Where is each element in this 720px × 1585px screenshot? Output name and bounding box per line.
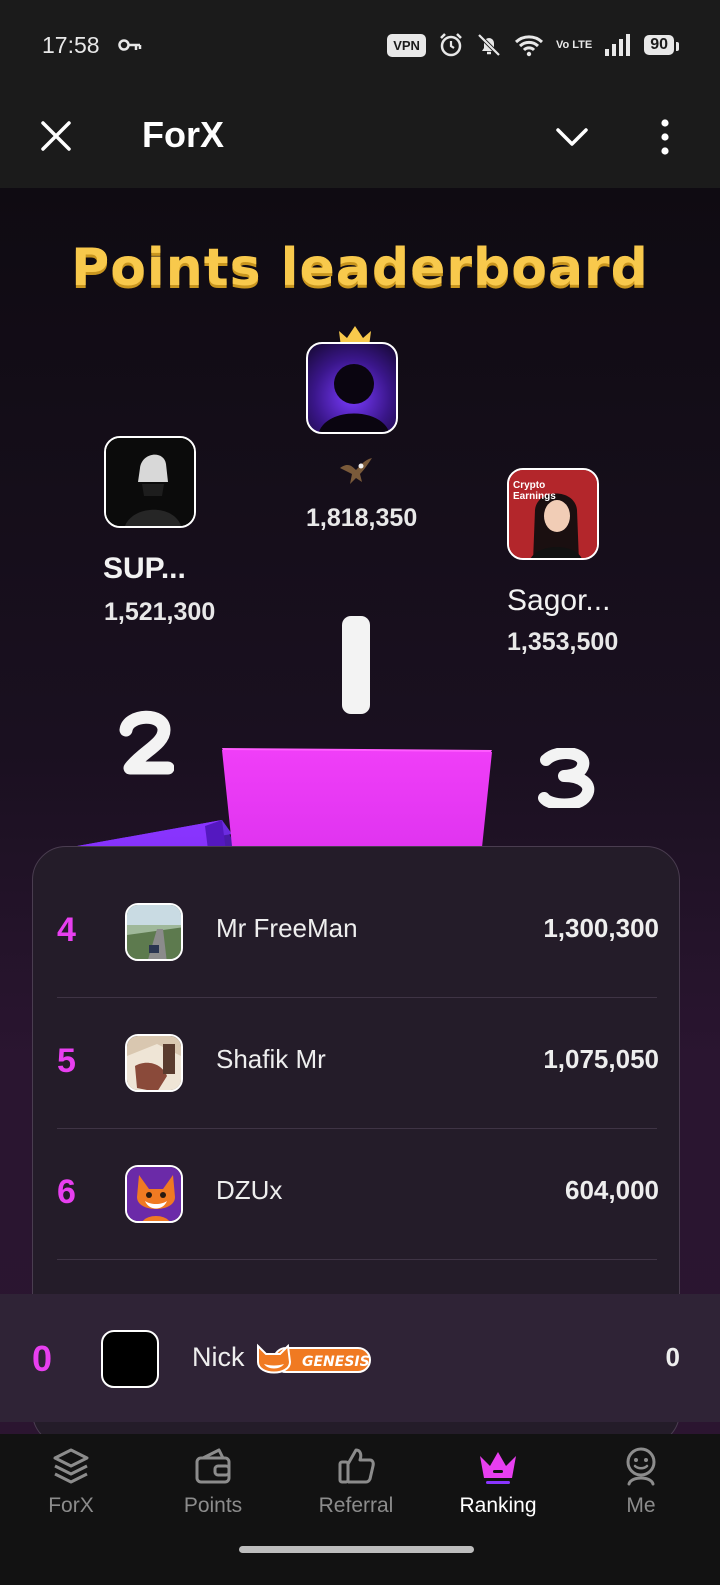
current-user-name: Nick [192, 1342, 245, 1372]
nav-label: Me [626, 1494, 656, 1517]
first-place-avatar[interactable] [306, 342, 398, 434]
chevron-down-icon[interactable] [552, 120, 592, 156]
volte-indicator: Vo LTE [555, 38, 593, 51]
current-user-row[interactable]: 0 Nick GENESIS 0 [0, 1294, 720, 1422]
podium-number-3 [538, 748, 595, 808]
nav-item-points[interactable]: Points [153, 1446, 273, 1536]
third-place-avatar[interactable]: Crypto Earnings [507, 468, 599, 560]
nav-item-forx[interactable]: ForX [11, 1446, 131, 1536]
layers-icon [53, 1448, 89, 1484]
second-place-points: 1,521,300 [104, 598, 216, 626]
first-place-points: 1,818,350 [306, 504, 418, 532]
avatar-caption: Crypto Earnings [513, 480, 556, 502]
app-bar: ForX [0, 92, 720, 188]
avatar-image [106, 438, 194, 526]
list-item[interactable]: 5 Shafik Mr 1,075,050 [33, 998, 681, 1129]
nav-label: Ranking [459, 1494, 537, 1517]
home-indicator[interactable] [239, 1546, 474, 1553]
profile-icon [626, 1447, 656, 1486]
key-icon [118, 39, 142, 51]
user-name: Mr FreeMan [216, 913, 358, 943]
podium-number-2 [119, 710, 174, 775]
second-place-avatar[interactable] [104, 436, 196, 528]
more-vert-icon[interactable] [650, 116, 680, 158]
current-user-points: 0 [665, 1342, 680, 1372]
nav-label: Points [183, 1494, 243, 1517]
nav-label: ForX [48, 1494, 94, 1517]
current-user-rank: 0 [32, 1338, 53, 1379]
nav-label: Referral [318, 1494, 394, 1517]
rank-number: 5 [57, 1042, 76, 1080]
status-icons: VPN Vo LTE 90 [387, 32, 679, 58]
battery-icon: 90 [644, 35, 679, 55]
thumbs-up-icon [338, 1448, 375, 1484]
alarm-icon [440, 33, 462, 57]
third-place-name: Sagor... [507, 584, 611, 617]
user-points: 1,075,050 [543, 1044, 659, 1074]
avatar [125, 1165, 183, 1223]
genesis-badge-text: GENESIS [302, 1354, 370, 1370]
wallet-icon [195, 1448, 231, 1484]
close-icon[interactable] [36, 116, 76, 156]
leaderboard-title: Points leaderboard [71, 238, 649, 298]
avatar [125, 1034, 183, 1092]
list-item[interactable]: 4 Mr FreeMan 1,300,300 [33, 867, 681, 998]
list-item[interactable]: 6 DZUx 604,000 [33, 1129, 681, 1260]
vpn-badge: VPN [387, 33, 426, 57]
nav-item-ranking[interactable]: Ranking [438, 1446, 558, 1536]
divider [57, 1259, 657, 1260]
status-bar: 17:58 VPN Vo LTE 90 [0, 0, 720, 92]
user-name: DZUx [216, 1175, 283, 1205]
crown-icon [480, 1452, 516, 1484]
eagle-icon [340, 458, 372, 484]
status-time: 17:58 [42, 32, 100, 58]
app-title: ForX [142, 114, 225, 155]
third-place-points: 1,353,500 [507, 628, 619, 656]
avatar [125, 903, 183, 961]
podium-number-1 [342, 616, 370, 714]
nav-item-me[interactable]: Me [581, 1446, 701, 1536]
wifi-icon [514, 35, 543, 57]
current-user-avatar [101, 1330, 159, 1388]
second-place-name: SUP... [103, 552, 186, 585]
nav-item-referral[interactable]: Referral [296, 1446, 416, 1536]
user-points: 1,300,300 [543, 913, 659, 943]
user-points: 604,000 [565, 1175, 659, 1205]
bell-off-icon [477, 33, 501, 57]
user-name: Shafik Mr [216, 1044, 326, 1074]
rank-number: 6 [57, 1173, 76, 1211]
fox-icon [127, 1167, 181, 1221]
rank-number: 4 [57, 911, 76, 949]
leaderboard-screen: Points leaderboard 1,818,350 SUP... 1,52… [0, 188, 720, 1434]
silhouette-icon [319, 364, 389, 432]
signal-icon [605, 34, 631, 56]
bottom-navigation: ForX Points Referral Ranking Me [0, 1434, 720, 1585]
genesis-badge: GENESIS [257, 1343, 371, 1374]
